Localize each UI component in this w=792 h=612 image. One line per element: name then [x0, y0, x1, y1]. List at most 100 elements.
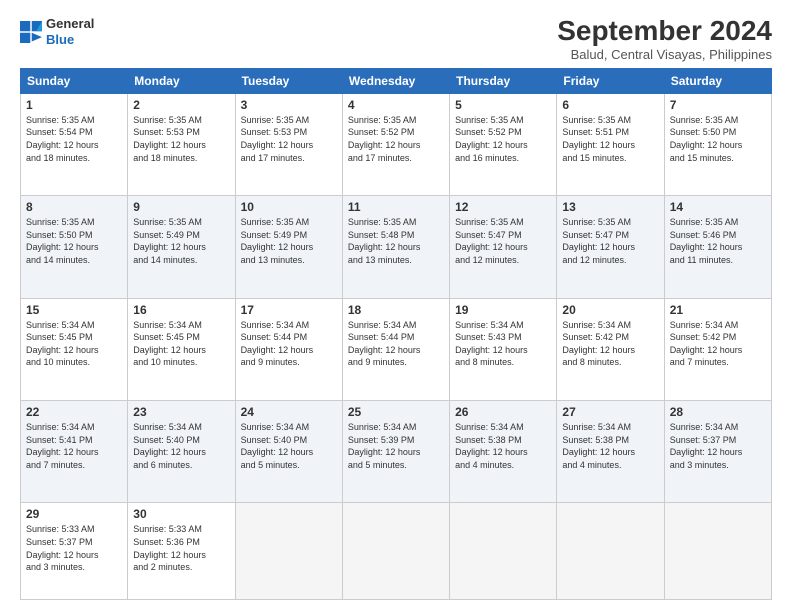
table-row: [342, 503, 449, 600]
day-info: Sunrise: 5:35 AM Sunset: 5:53 PM Dayligh…: [133, 114, 229, 164]
table-row: 24 Sunrise: 5:34 AM Sunset: 5:40 PM Dayl…: [235, 401, 342, 503]
day-info: Sunrise: 5:33 AM Sunset: 5:36 PM Dayligh…: [133, 523, 229, 573]
col-thursday: Thursday: [450, 68, 557, 93]
day-info: Sunrise: 5:34 AM Sunset: 5:42 PM Dayligh…: [670, 319, 766, 369]
col-wednesday: Wednesday: [342, 68, 449, 93]
day-info: Sunrise: 5:33 AM Sunset: 5:37 PM Dayligh…: [26, 523, 122, 573]
day-number: 20: [562, 303, 658, 317]
day-info: Sunrise: 5:34 AM Sunset: 5:39 PM Dayligh…: [348, 421, 444, 471]
table-row: 29 Sunrise: 5:33 AM Sunset: 5:37 PM Dayl…: [21, 503, 128, 600]
table-row: [235, 503, 342, 600]
logo-general: General: [46, 16, 94, 31]
day-number: 14: [670, 200, 766, 214]
header: General Blue September 2024 Balud, Centr…: [20, 16, 772, 62]
day-info: Sunrise: 5:35 AM Sunset: 5:46 PM Dayligh…: [670, 216, 766, 266]
day-number: 5: [455, 98, 551, 112]
table-row: 17 Sunrise: 5:34 AM Sunset: 5:44 PM Dayl…: [235, 298, 342, 400]
table-row: 4 Sunrise: 5:35 AM Sunset: 5:52 PM Dayli…: [342, 93, 449, 195]
logo-blue: Blue: [46, 32, 74, 47]
table-row: 23 Sunrise: 5:34 AM Sunset: 5:40 PM Dayl…: [128, 401, 235, 503]
day-info: Sunrise: 5:35 AM Sunset: 5:50 PM Dayligh…: [670, 114, 766, 164]
title-block: September 2024 Balud, Central Visayas, P…: [557, 16, 772, 62]
day-number: 11: [348, 200, 444, 214]
day-info: Sunrise: 5:35 AM Sunset: 5:51 PM Dayligh…: [562, 114, 658, 164]
day-number: 30: [133, 507, 229, 521]
day-number: 4: [348, 98, 444, 112]
location-subtitle: Balud, Central Visayas, Philippines: [557, 47, 772, 62]
day-number: 18: [348, 303, 444, 317]
day-number: 15: [26, 303, 122, 317]
table-row: 8 Sunrise: 5:35 AM Sunset: 5:50 PM Dayli…: [21, 196, 128, 298]
table-row: 20 Sunrise: 5:34 AM Sunset: 5:42 PM Dayl…: [557, 298, 664, 400]
table-row: 22 Sunrise: 5:34 AM Sunset: 5:41 PM Dayl…: [21, 401, 128, 503]
table-row: [664, 503, 771, 600]
day-number: 1: [26, 98, 122, 112]
day-info: Sunrise: 5:35 AM Sunset: 5:50 PM Dayligh…: [26, 216, 122, 266]
day-number: 3: [241, 98, 337, 112]
day-info: Sunrise: 5:35 AM Sunset: 5:47 PM Dayligh…: [455, 216, 551, 266]
day-number: 29: [26, 507, 122, 521]
table-row: 12 Sunrise: 5:35 AM Sunset: 5:47 PM Dayl…: [450, 196, 557, 298]
logo-icon: [20, 21, 42, 43]
day-number: 28: [670, 405, 766, 419]
table-row: 3 Sunrise: 5:35 AM Sunset: 5:53 PM Dayli…: [235, 93, 342, 195]
table-row: [557, 503, 664, 600]
day-info: Sunrise: 5:34 AM Sunset: 5:44 PM Dayligh…: [348, 319, 444, 369]
day-number: 27: [562, 405, 658, 419]
calendar-table: Sunday Monday Tuesday Wednesday Thursday…: [20, 68, 772, 600]
table-row: 30 Sunrise: 5:33 AM Sunset: 5:36 PM Dayl…: [128, 503, 235, 600]
day-info: Sunrise: 5:34 AM Sunset: 5:40 PM Dayligh…: [241, 421, 337, 471]
day-info: Sunrise: 5:34 AM Sunset: 5:42 PM Dayligh…: [562, 319, 658, 369]
month-title: September 2024: [557, 16, 772, 47]
day-info: Sunrise: 5:34 AM Sunset: 5:45 PM Dayligh…: [133, 319, 229, 369]
day-info: Sunrise: 5:34 AM Sunset: 5:41 PM Dayligh…: [26, 421, 122, 471]
calendar-week-1: 1 Sunrise: 5:35 AM Sunset: 5:54 PM Dayli…: [21, 93, 772, 195]
day-number: 12: [455, 200, 551, 214]
col-tuesday: Tuesday: [235, 68, 342, 93]
table-row: 6 Sunrise: 5:35 AM Sunset: 5:51 PM Dayli…: [557, 93, 664, 195]
table-row: 16 Sunrise: 5:34 AM Sunset: 5:45 PM Dayl…: [128, 298, 235, 400]
day-number: 21: [670, 303, 766, 317]
day-info: Sunrise: 5:34 AM Sunset: 5:40 PM Dayligh…: [133, 421, 229, 471]
day-info: Sunrise: 5:34 AM Sunset: 5:38 PM Dayligh…: [455, 421, 551, 471]
table-row: 15 Sunrise: 5:34 AM Sunset: 5:45 PM Dayl…: [21, 298, 128, 400]
page: General Blue September 2024 Balud, Centr…: [0, 0, 792, 612]
table-row: 11 Sunrise: 5:35 AM Sunset: 5:48 PM Dayl…: [342, 196, 449, 298]
calendar-week-2: 8 Sunrise: 5:35 AM Sunset: 5:50 PM Dayli…: [21, 196, 772, 298]
day-number: 6: [562, 98, 658, 112]
day-info: Sunrise: 5:35 AM Sunset: 5:54 PM Dayligh…: [26, 114, 122, 164]
table-row: 2 Sunrise: 5:35 AM Sunset: 5:53 PM Dayli…: [128, 93, 235, 195]
table-row: 21 Sunrise: 5:34 AM Sunset: 5:42 PM Dayl…: [664, 298, 771, 400]
table-row: 7 Sunrise: 5:35 AM Sunset: 5:50 PM Dayli…: [664, 93, 771, 195]
day-info: Sunrise: 5:35 AM Sunset: 5:52 PM Dayligh…: [348, 114, 444, 164]
day-number: 19: [455, 303, 551, 317]
logo: General Blue: [20, 16, 94, 47]
table-row: 14 Sunrise: 5:35 AM Sunset: 5:46 PM Dayl…: [664, 196, 771, 298]
table-row: [450, 503, 557, 600]
day-number: 25: [348, 405, 444, 419]
col-friday: Friday: [557, 68, 664, 93]
header-row: Sunday Monday Tuesday Wednesday Thursday…: [21, 68, 772, 93]
logo-text: General Blue: [46, 16, 94, 47]
table-row: 25 Sunrise: 5:34 AM Sunset: 5:39 PM Dayl…: [342, 401, 449, 503]
table-row: 26 Sunrise: 5:34 AM Sunset: 5:38 PM Dayl…: [450, 401, 557, 503]
day-info: Sunrise: 5:35 AM Sunset: 5:48 PM Dayligh…: [348, 216, 444, 266]
day-number: 8: [26, 200, 122, 214]
col-sunday: Sunday: [21, 68, 128, 93]
day-info: Sunrise: 5:34 AM Sunset: 5:43 PM Dayligh…: [455, 319, 551, 369]
day-info: Sunrise: 5:35 AM Sunset: 5:49 PM Dayligh…: [241, 216, 337, 266]
day-info: Sunrise: 5:34 AM Sunset: 5:44 PM Dayligh…: [241, 319, 337, 369]
calendar-week-3: 15 Sunrise: 5:34 AM Sunset: 5:45 PM Dayl…: [21, 298, 772, 400]
day-number: 22: [26, 405, 122, 419]
day-info: Sunrise: 5:34 AM Sunset: 5:38 PM Dayligh…: [562, 421, 658, 471]
table-row: 13 Sunrise: 5:35 AM Sunset: 5:47 PM Dayl…: [557, 196, 664, 298]
calendar-week-5: 29 Sunrise: 5:33 AM Sunset: 5:37 PM Dayl…: [21, 503, 772, 600]
day-info: Sunrise: 5:35 AM Sunset: 5:47 PM Dayligh…: [562, 216, 658, 266]
table-row: 10 Sunrise: 5:35 AM Sunset: 5:49 PM Dayl…: [235, 196, 342, 298]
table-row: 1 Sunrise: 5:35 AM Sunset: 5:54 PM Dayli…: [21, 93, 128, 195]
day-number: 24: [241, 405, 337, 419]
day-number: 17: [241, 303, 337, 317]
table-row: 9 Sunrise: 5:35 AM Sunset: 5:49 PM Dayli…: [128, 196, 235, 298]
day-number: 26: [455, 405, 551, 419]
day-number: 23: [133, 405, 229, 419]
